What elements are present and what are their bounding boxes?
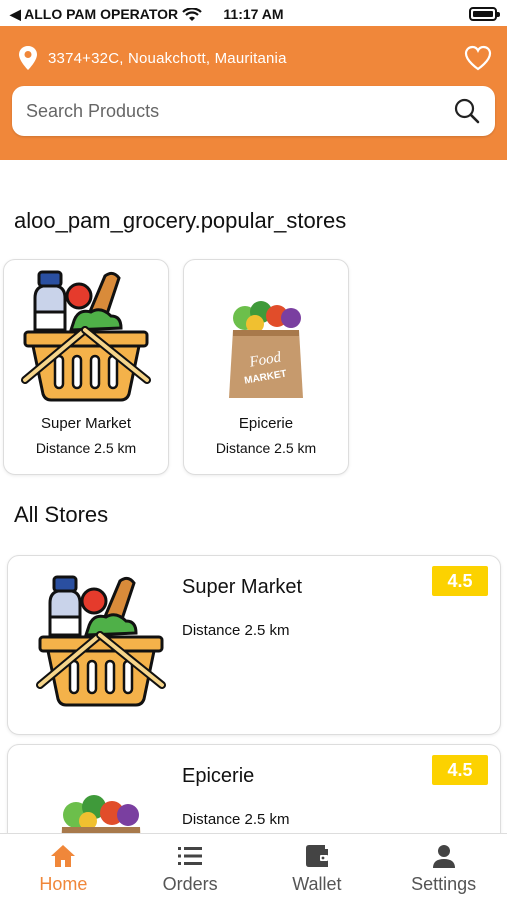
popular-stores-title: aloo_pam_grocery.popular_stores — [14, 208, 347, 233]
nav-orders[interactable]: Orders — [127, 834, 254, 900]
store-name: Epicerie — [182, 765, 255, 787]
nav-label: Orders — [162, 874, 218, 894]
nav-wallet[interactable]: Wallet — [254, 834, 381, 900]
user-icon — [432, 845, 455, 868]
nav-settings[interactable]: Settings — [380, 834, 507, 900]
search-icon[interactable] — [453, 97, 481, 125]
status-bar: ◀ ALLO PAM OPERATOR 11:17 AM — [0, 0, 507, 28]
popular-store-name: Epicerie — [238, 415, 294, 432]
location-row[interactable]: 3374+32C, Nouakchott, Mauritania — [18, 44, 493, 72]
location-text: 3374+32C, Nouakchott, Mauritania — [48, 49, 287, 67]
nav-label: Home — [39, 874, 88, 894]
popular-store-distance: Distance 2.5 km — [215, 440, 317, 456]
store-name: Super Market — [182, 576, 303, 598]
clock: 11:17 AM — [223, 6, 284, 22]
popular-store-distance: Distance 2.5 km — [35, 440, 137, 456]
favorites-heart-icon[interactable] — [463, 44, 493, 72]
popular-store-card[interactable]: Super Market Distance 2.5 km — [3, 259, 169, 475]
nav-label: Wallet — [292, 874, 342, 894]
store-distance: Distance 2.5 km — [182, 622, 290, 639]
location-pin-icon — [19, 46, 37, 70]
nav-home[interactable]: Home — [0, 834, 127, 900]
battery-icon — [469, 7, 500, 21]
popular-store-name: Super Market — [40, 415, 132, 432]
store-card[interactable]: Super Market Distance 2.5 km 4.5 — [7, 555, 501, 735]
store-distance: Distance 2.5 km — [182, 811, 290, 828]
all-stores-title: All Stores — [14, 502, 109, 527]
grocery-basket-icon — [4, 268, 168, 408]
rating-badge: 4.5 — [432, 755, 488, 785]
home-icon — [51, 845, 76, 867]
food-market-bag-icon: Food MARKET — [184, 268, 348, 408]
bottom-nav: Home Orders Wallet Settings — [0, 833, 507, 900]
wallet-icon — [305, 845, 328, 867]
nav-label: Settings — [411, 874, 477, 894]
list-icon — [178, 847, 203, 865]
popular-store-card[interactable]: Food MARKET Epicerie Distance 2.5 km — [183, 259, 349, 475]
grocery-basket-icon — [26, 568, 176, 718]
app-header: 3374+32C, Nouakchott, Mauritania — [0, 26, 507, 160]
search-bar[interactable] — [12, 86, 495, 136]
search-input[interactable] — [26, 100, 453, 122]
rating-badge: 4.5 — [432, 566, 488, 596]
